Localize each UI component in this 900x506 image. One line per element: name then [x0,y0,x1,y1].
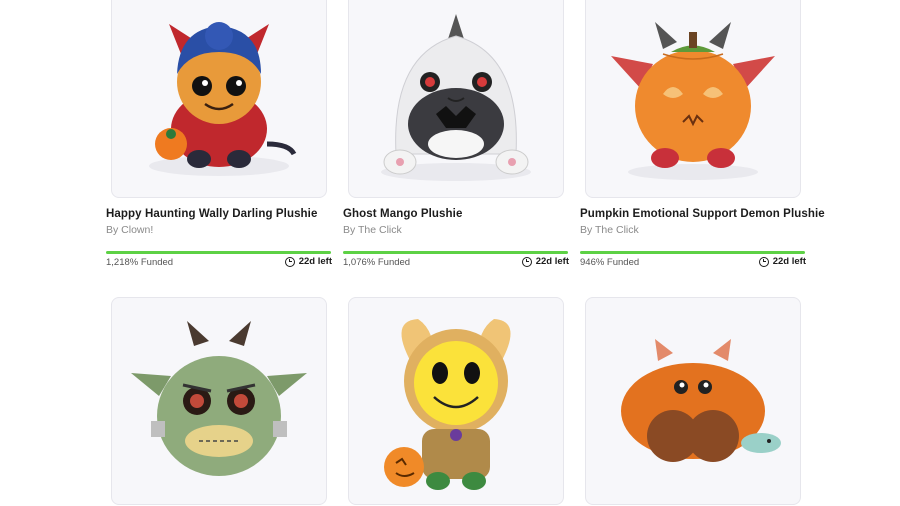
funded-percent: 1,076% Funded [343,257,411,268]
funding-progress-fill [106,251,331,254]
product-grid: Happy Haunting Wally Darling Plushie By … [0,0,900,506]
product-image[interactable] [585,297,801,505]
funding-progress-bar [580,251,805,254]
time-left: 22d left [284,256,332,267]
time-left: 22d left [758,256,806,267]
product-creator[interactable]: By Clown! [106,224,153,236]
orange-furry-cat-plush-icon [621,339,781,462]
time-left-label: 22d left [298,256,332,267]
funding-progress-fill [580,251,805,254]
product-image[interactable] [111,297,327,505]
product-creator[interactable]: By The Click [580,224,639,236]
product-image[interactable] [348,0,564,198]
product-image[interactable] [111,0,327,198]
yellow-bunny-plush-icon [384,319,511,490]
funding-progress-fill [343,251,568,254]
product-image[interactable] [585,0,801,198]
product-creator[interactable]: By The Click [343,224,402,236]
product-title[interactable]: Happy Haunting Wally Darling Plushie [106,208,317,220]
pumpkin-demon-plush-icon [611,22,775,180]
funding-progress-bar [343,251,568,254]
funding-progress-bar [106,251,331,254]
ghost-hood-plush-icon [381,14,531,181]
time-left-label: 22d left [772,256,806,267]
product-title[interactable]: Pumpkin Emotional Support Demon Plushie [580,208,825,220]
clock-icon [758,256,769,267]
red-devil-costume-plush-icon [149,22,297,176]
funded-percent: 1,218% Funded [106,257,174,268]
time-left: 22d left [521,256,569,267]
green-monster-plush-icon [131,321,307,476]
product-title[interactable]: Ghost Mango Plushie [343,208,462,220]
product-image[interactable] [348,297,564,505]
clock-icon [521,256,532,267]
funded-percent: 946% Funded [580,257,640,268]
time-left-label: 22d left [535,256,569,267]
clock-icon [284,256,295,267]
